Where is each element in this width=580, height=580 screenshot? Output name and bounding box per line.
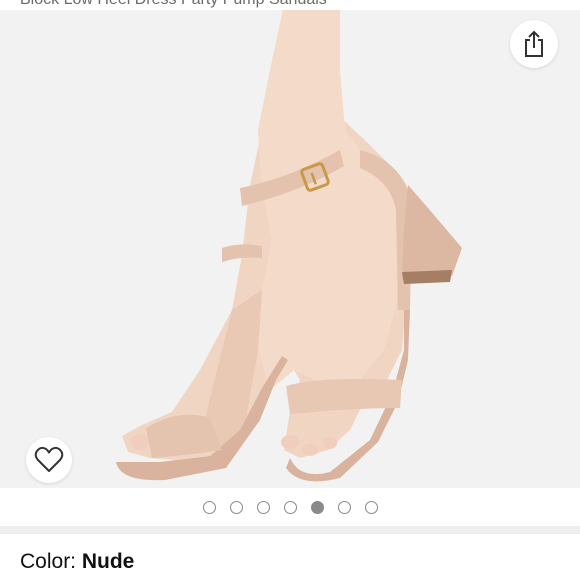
carousel-dot[interactable] <box>283 500 297 514</box>
carousel-dots <box>202 500 378 514</box>
carousel-dot[interactable] <box>310 500 324 514</box>
heart-outline-icon <box>34 446 64 474</box>
product-image-carousel[interactable] <box>0 10 580 488</box>
carousel-dot[interactable] <box>229 500 243 514</box>
carousel-dot[interactable] <box>256 500 270 514</box>
color-value: Nude <box>81 550 135 573</box>
carousel-dot[interactable] <box>364 500 378 514</box>
product-image <box>0 10 580 488</box>
carousel-dot[interactable] <box>202 500 216 514</box>
section-divider <box>0 526 580 534</box>
carousel-dot[interactable] <box>337 500 351 514</box>
color-label: Color: <box>20 550 82 573</box>
color-selector[interactable]: Color: Nude <box>20 550 134 574</box>
carousel-pagination <box>0 488 580 526</box>
title-strip: Block Low Heel Dress Party Pump Sandals <box>0 0 580 10</box>
product-title: Block Low Heel Dress Party Pump Sandals <box>20 0 327 9</box>
wishlist-button[interactable] <box>26 437 72 483</box>
product-page: Block Low Heel Dress Party Pump Sandals <box>0 0 580 580</box>
share-icon <box>521 30 547 58</box>
share-button[interactable] <box>510 20 558 68</box>
